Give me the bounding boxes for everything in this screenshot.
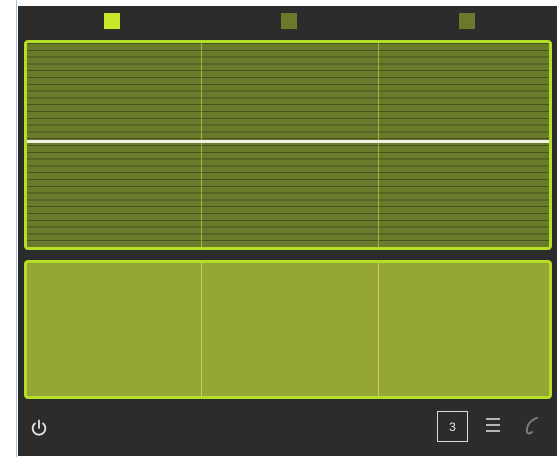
- power-icon[interactable]: [29, 418, 49, 438]
- count-button[interactable]: 3: [437, 411, 468, 442]
- tab-3[interactable]: [459, 13, 475, 29]
- sequencer-grid[interactable]: [24, 40, 552, 250]
- app-frame: 3: [18, 6, 557, 456]
- tab-1[interactable]: [104, 13, 120, 29]
- window-edge-line: [16, 0, 17, 457]
- pad-divider: [378, 263, 379, 396]
- pad-area[interactable]: [24, 260, 552, 399]
- count-value: 3: [449, 419, 456, 434]
- menu-icon[interactable]: [484, 415, 502, 435]
- bottom-toolbar: 3: [18, 402, 557, 456]
- sequencer-rows: [27, 43, 549, 247]
- undo-icon[interactable]: [521, 414, 543, 438]
- column-divider: [201, 43, 202, 247]
- center-line: [27, 140, 549, 143]
- tab-2[interactable]: [281, 13, 297, 29]
- column-divider: [378, 43, 379, 247]
- pad-divider: [201, 263, 202, 396]
